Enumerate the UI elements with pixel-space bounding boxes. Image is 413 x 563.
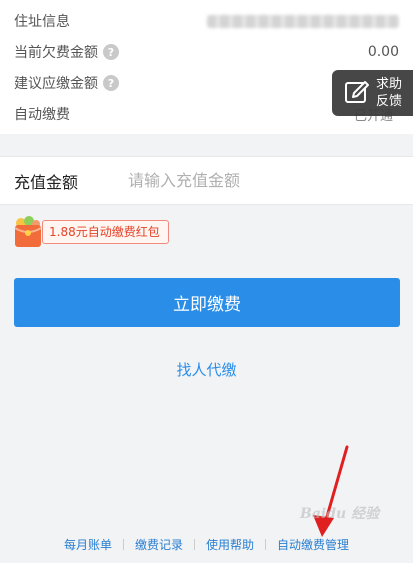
recharge-amount-input[interactable] <box>126 164 390 197</box>
arrears-label: 当前欠费金额 <box>14 45 98 61</box>
feedback-label-line1: 求助 <box>376 77 403 92</box>
suggested-amount-label: 建议应缴金额 <box>14 76 98 92</box>
recharge-amount-label: 充值金额 <box>14 172 79 192</box>
recharge-amount-row: 充值金额 <box>0 156 413 205</box>
divider <box>122 538 124 550</box>
arrears-row: 当前欠费金额 ? 0.00 <box>14 37 399 67</box>
help-question-icon[interactable]: ? <box>103 44 119 60</box>
divider <box>265 538 267 550</box>
bottom-link-bar: 每月账单 缴费记录 使用帮助 自动缴费管理 <box>0 535 413 553</box>
divider <box>194 538 195 550</box>
monthly-bill-link[interactable]: 每月账单 <box>58 536 118 553</box>
auto-pay-label: 自动缴费 <box>14 107 70 123</box>
auto-pay-management-link[interactable]: 自动缴费管理 <box>271 536 355 553</box>
address-row: 住址信息 <box>14 6 399 36</box>
ask-someone-to-pay-link[interactable]: 找人代缴 <box>0 359 413 380</box>
red-packet-coupon[interactable]: 1.88元自动缴费红包 <box>10 215 169 249</box>
annotation-arrow <box>313 445 349 537</box>
edit-icon <box>345 81 369 103</box>
arrears-value: 0.00 <box>367 44 399 60</box>
payment-records-link[interactable]: 缴费记录 <box>129 536 189 553</box>
baidu-watermark: Baidu 经验 <box>300 506 380 522</box>
address-label: 住址信息 <box>14 14 70 30</box>
help-question-icon[interactable]: ? <box>103 75 119 91</box>
help-feedback-button[interactable]: 求助 反馈 <box>332 70 413 116</box>
usage-help-link[interactable]: 使用帮助 <box>200 536 260 553</box>
red-packet-icon <box>10 214 46 250</box>
address-value-blurred <box>207 14 399 28</box>
red-packet-label: 1.88元自动缴费红包 <box>42 220 169 244</box>
pay-now-button[interactable]: 立即缴费 <box>14 278 400 327</box>
feedback-label-line2: 反馈 <box>376 94 403 109</box>
